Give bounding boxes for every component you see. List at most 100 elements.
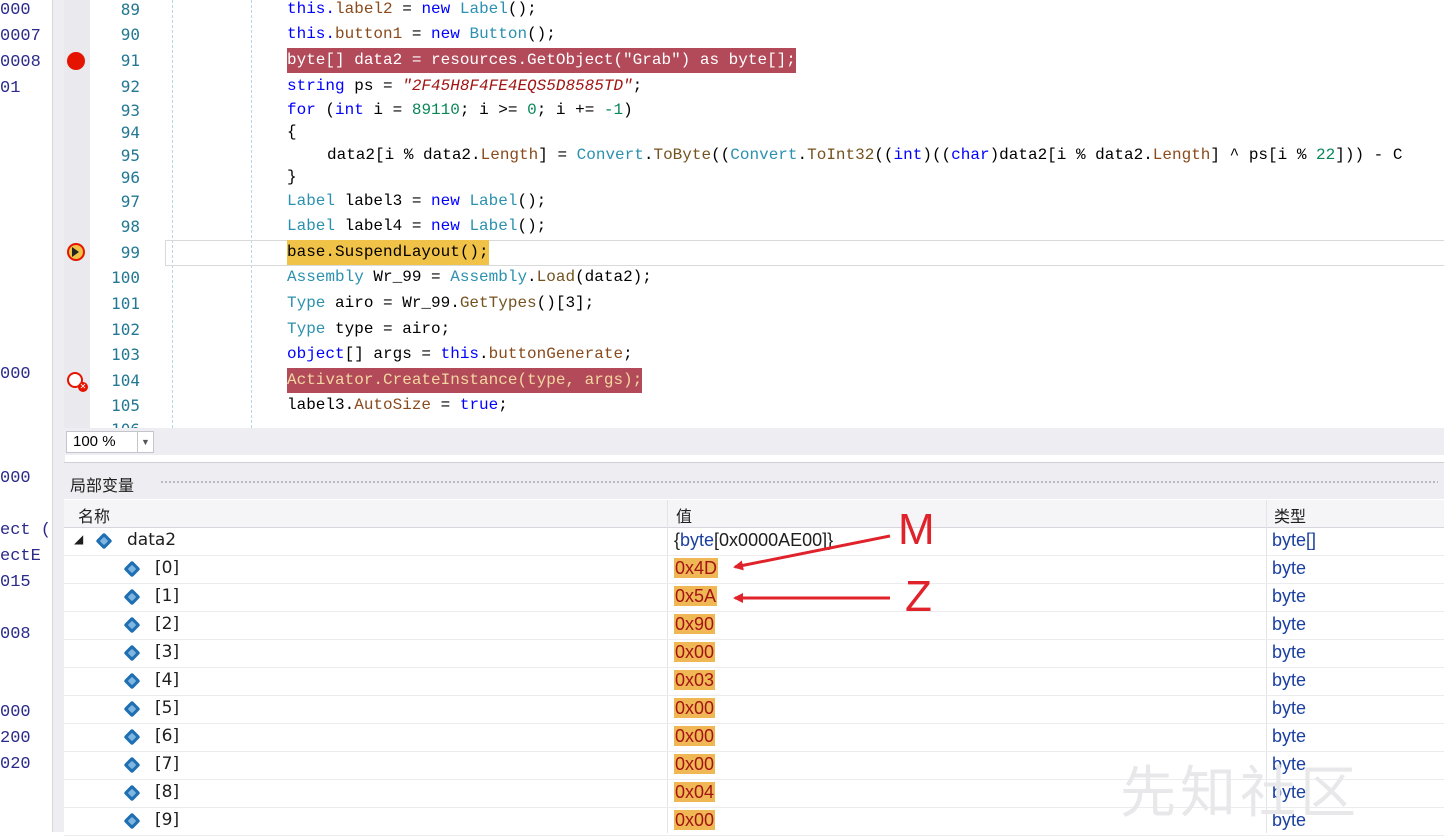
- breakpoint-code-text[interactable]: Activator.CreateInstance(type, args);: [287, 368, 643, 393]
- code-line[interactable]: 91 byte[] data2 = resources.GetObject("G…: [64, 48, 1444, 73]
- table-row[interactable]: [3] 0x00 byte: [64, 639, 1444, 668]
- line-number: 98: [120, 217, 140, 236]
- field-icon: [123, 756, 141, 774]
- field-icon: [123, 812, 141, 830]
- element-index: [1]: [155, 586, 180, 606]
- table-row[interactable]: [5] 0x00 byte: [64, 695, 1444, 724]
- code-line[interactable]: 101 Type airo = Wr_99.GetTypes()[3];: [64, 291, 1444, 316]
- line-number: 105: [111, 396, 140, 415]
- left-fragment: 01: [0, 79, 21, 98]
- editor-status-bar: 100 % ▼: [64, 428, 1444, 455]
- code-text[interactable]: this.button1 = new Button();: [287, 22, 556, 47]
- code-line[interactable]: 103 object[] args = this.buttonGenerate;: [64, 342, 1444, 367]
- table-row[interactable]: [2] 0x90 byte: [64, 611, 1444, 640]
- code-text[interactable]: object[] args = this.buttonGenerate;: [287, 342, 633, 367]
- code-text[interactable]: Type type = airo;: [287, 317, 450, 342]
- column-header-type[interactable]: 类型: [1274, 503, 1306, 527]
- code-text[interactable]: Type airo = Wr_99.GetTypes()[3];: [287, 291, 594, 316]
- element-value[interactable]: 0x00: [674, 810, 716, 831]
- code-text[interactable]: string ps = "2F45H8F4FE4EQS5D8585TD";: [287, 74, 642, 99]
- code-line[interactable]: 102 Type type = airo;: [64, 317, 1444, 342]
- code-line[interactable]: 97 Label label3 = new Label();: [64, 189, 1444, 214]
- line-number: 90: [120, 25, 140, 44]
- code-line[interactable]: 106: [64, 417, 1444, 428]
- locals-title-bar[interactable]: 局部变量: [64, 463, 1444, 499]
- panel-title: 局部变量: [70, 476, 135, 495]
- left-fragment: 0008: [0, 53, 41, 72]
- breakpoint-code-text[interactable]: byte[] data2 = resources.GetObject("Grab…: [287, 48, 796, 73]
- element-type: byte: [1272, 586, 1307, 606]
- left-fragment: 000: [0, 469, 31, 488]
- element-type: byte: [1272, 670, 1307, 690]
- code-line[interactable]: 100 Assembly Wr_99 = Assembly.Load(data2…: [64, 265, 1444, 290]
- zoom-dropdown[interactable]: 100 % ▼: [66, 431, 154, 453]
- code-line[interactable]: 89 this.label2 = new Label();: [64, 0, 1444, 22]
- variable-type: byte[]: [1272, 530, 1317, 550]
- element-value[interactable]: 0x00: [674, 642, 716, 663]
- element-value[interactable]: 0x00: [674, 726, 716, 747]
- breakpoint-icon[interactable]: [67, 52, 85, 70]
- left-fragment: 200: [0, 729, 31, 748]
- code-line[interactable]: 99 base.SuspendLayout();: [64, 240, 1444, 265]
- code-text[interactable]: {: [287, 120, 297, 145]
- code-text[interactable]: this.label2 = new Label();: [287, 0, 537, 22]
- code-editor[interactable]: 89 this.label2 = new Label(); 90 this.bu…: [64, 0, 1444, 428]
- field-icon: [123, 728, 141, 746]
- element-value[interactable]: 0x04: [674, 782, 716, 803]
- variable-value[interactable]: {byte[0x0000AE00]}: [674, 530, 833, 551]
- code-line[interactable]: 90 this.button1 = new Button();: [64, 22, 1444, 47]
- element-index: [2]: [155, 614, 180, 634]
- element-value[interactable]: 0x4D: [674, 558, 719, 579]
- element-index: [5]: [155, 698, 180, 718]
- element-type: byte: [1272, 698, 1307, 718]
- element-type: byte: [1272, 558, 1307, 578]
- watermark: 先知社区: [1120, 761, 1360, 826]
- element-type: byte: [1272, 642, 1307, 662]
- element-value[interactable]: 0x90: [674, 614, 716, 635]
- code-line[interactable]: 94 {: [64, 120, 1444, 145]
- table-row[interactable]: [1] 0x5A byte: [64, 583, 1444, 612]
- column-headers: 名称 值 类型: [64, 500, 1444, 528]
- element-value[interactable]: 0x00: [674, 698, 716, 719]
- field-icon: [123, 672, 141, 690]
- element-index: [7]: [155, 754, 180, 774]
- code-text[interactable]: Label label4 = new Label();: [287, 214, 546, 239]
- code-text[interactable]: label3.AutoSize = true;: [287, 393, 508, 418]
- column-header-name[interactable]: 名称: [78, 503, 110, 527]
- left-fragment: ect (: [0, 521, 52, 540]
- element-value[interactable]: 0x00: [674, 754, 716, 775]
- breakpoint-error-icon[interactable]: ✕: [67, 372, 88, 392]
- current-statement-code[interactable]: base.SuspendLayout();: [287, 240, 489, 265]
- drag-grip[interactable]: [160, 480, 1438, 485]
- element-index: [8]: [155, 782, 180, 802]
- table-row[interactable]: [4] 0x03 byte: [64, 667, 1444, 696]
- table-row[interactable]: [0] 0x4D byte: [64, 555, 1444, 584]
- code-line[interactable]: ✕ 104 Activator.CreateInstance(type, arg…: [64, 368, 1444, 393]
- code-text[interactable]: }: [287, 165, 297, 190]
- element-value[interactable]: 0x03: [674, 670, 716, 691]
- code-line[interactable]: 92 string ps = "2F45H8F4FE4EQS5D8585TD";: [64, 74, 1444, 99]
- line-number: 104: [111, 371, 140, 390]
- line-number: 94: [120, 123, 140, 142]
- code-line[interactable]: 98 Label label4 = new Label();: [64, 214, 1444, 239]
- code-text[interactable]: Label label3 = new Label();: [287, 189, 546, 214]
- field-icon: [123, 784, 141, 802]
- left-fragment: 008: [0, 625, 31, 644]
- element-type: byte: [1272, 726, 1307, 746]
- code-line[interactable]: 105 label3.AutoSize = true;: [64, 393, 1444, 418]
- left-fragment: 0007: [0, 27, 41, 46]
- code-text[interactable]: Assembly Wr_99 = Assembly.Load(data2);: [287, 265, 652, 290]
- left-fragment: ectE: [0, 547, 41, 566]
- annotation-letter-m: M: [898, 505, 935, 554]
- collapse-triangle-icon[interactable]: ◢: [74, 532, 83, 546]
- line-number: 102: [111, 320, 140, 339]
- code-line[interactable]: 96 }: [64, 165, 1444, 190]
- chevron-down-icon[interactable]: ▼: [137, 432, 153, 452]
- line-number: 89: [120, 0, 140, 19]
- table-row[interactable]: ◢ data2 {byte[0x0000AE00]} byte[]: [64, 527, 1444, 556]
- element-value[interactable]: 0x5A: [674, 586, 718, 607]
- column-header-value[interactable]: 值: [676, 503, 692, 527]
- left-truncated-panel: 000 0007 0008 01 000 000 ect ( ectE 015 …: [0, 0, 52, 832]
- variable-name: data2: [127, 530, 177, 550]
- current-statement-arrow-icon[interactable]: [67, 243, 85, 261]
